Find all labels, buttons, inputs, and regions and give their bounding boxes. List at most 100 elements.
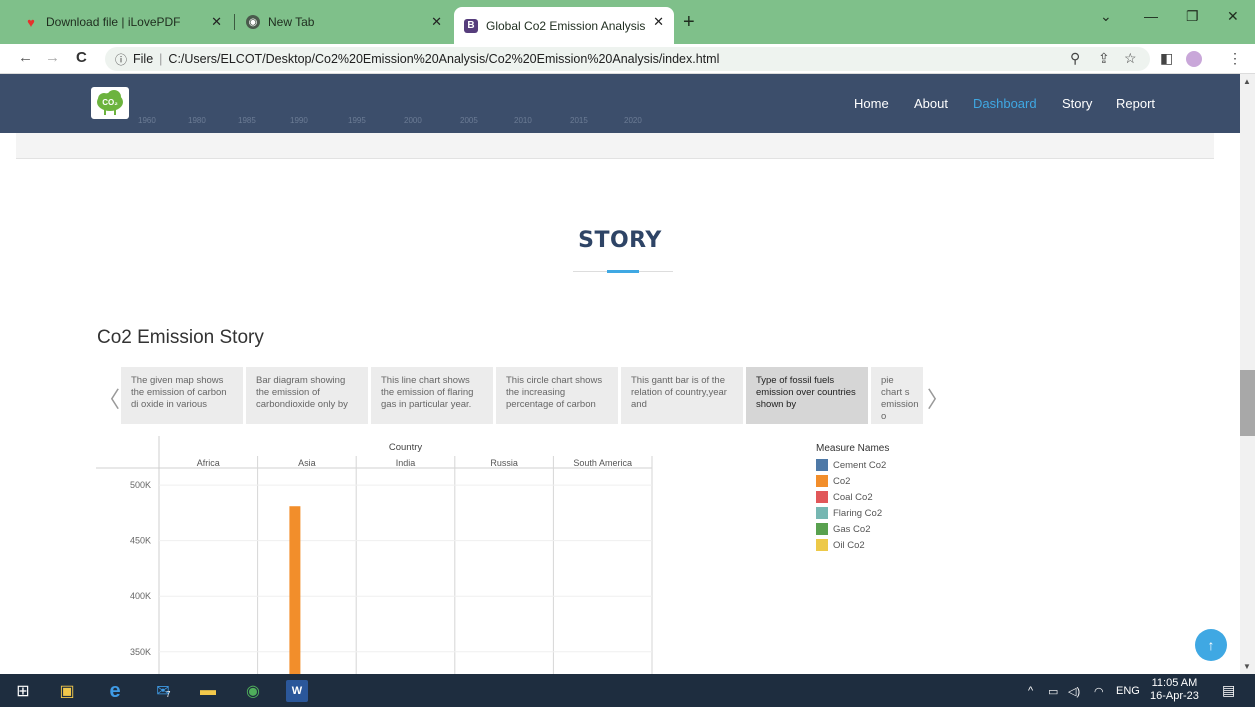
legend-label: Co2 xyxy=(833,475,851,487)
story-point-selected[interactable]: Type of fossil fuels emission over count… xyxy=(746,367,868,424)
browser-menu-icon[interactable]: ⋮ xyxy=(1228,50,1242,67)
emission-bar-chart: Country Africa Asia India Russia South Americ… xyxy=(96,436,653,674)
share-icon[interactable]: ⇪ xyxy=(1098,50,1110,67)
legend-swatch xyxy=(816,475,828,487)
site-info-icon[interactable]: ⓘ xyxy=(115,51,127,68)
windows-taskbar: ⊞ ▣ e ✉ 7 ▬ ◉ W ^ ▭ ◁) ◠ ENG 11:05 AM 16… xyxy=(0,674,1255,707)
clock-time: 11:05 AM xyxy=(1151,677,1198,689)
ghost-year: 1985 xyxy=(238,116,256,125)
store-icon[interactable]: ▣ xyxy=(56,680,78,702)
tab-ilovepdf[interactable]: ♥ Download file | iLovePDF ✕ xyxy=(14,7,232,37)
close-tab-icon[interactable]: ✕ xyxy=(431,14,442,30)
legend-label: Cement Co2 xyxy=(833,459,887,471)
x-category-label: South America xyxy=(573,458,632,468)
back-icon[interactable]: ← xyxy=(18,49,33,66)
x-category-label: Asia xyxy=(298,458,316,468)
file-explorer-icon[interactable]: ▬ xyxy=(197,680,219,702)
windows-start-icon[interactable]: ⊞ xyxy=(12,680,34,702)
ghost-year: 2015 xyxy=(570,116,588,125)
svg-text:CO₂: CO₂ xyxy=(102,98,118,107)
word-icon[interactable]: W xyxy=(286,680,308,702)
ghost-year: 1980 xyxy=(188,116,206,125)
bar-co2 xyxy=(289,506,301,674)
legend-label: Flaring Co2 xyxy=(833,507,883,519)
minimize-button[interactable]: — xyxy=(1144,8,1158,24)
ghost-year: 2020 xyxy=(624,116,642,125)
mail-icon[interactable]: ✉ xyxy=(152,680,174,702)
zoom-icon[interactable]: ⚲ xyxy=(1070,50,1080,67)
story-heading: Co2 Emission Story xyxy=(97,327,264,348)
scroll-up-icon[interactable]: ▲ xyxy=(1243,77,1251,86)
tab-divider xyxy=(234,14,235,30)
legend-item: Flaring Co2 xyxy=(816,505,889,521)
language-indicator[interactable]: ENG xyxy=(1116,685,1140,697)
browser-toolbar: ← → C ⓘ File | C:/Users/ELCOT/Desktop/Co… xyxy=(0,44,1255,74)
scrollbar-thumb[interactable] xyxy=(1240,370,1255,436)
chrome-taskbar-icon[interactable]: ◉ xyxy=(242,680,264,702)
story-point[interactable]: The given map shows the emission of carb… xyxy=(121,367,243,424)
story-point[interactable]: This circle chart shows the increasing p… xyxy=(496,367,618,424)
co2-logo[interactable]: CO₂ xyxy=(91,87,129,119)
reload-icon[interactable]: C xyxy=(76,49,87,66)
profile-avatar[interactable] xyxy=(1186,51,1202,67)
legend-title: Measure Names xyxy=(816,443,890,454)
forward-icon[interactable]: → xyxy=(45,49,60,66)
dashboard-strip xyxy=(16,133,1214,159)
heart-icon: ♥ xyxy=(27,14,35,30)
legend-swatch xyxy=(816,523,828,535)
address-bar[interactable]: ⓘ File | C:/Users/ELCOT/Desktop/Co2%20Em… xyxy=(105,47,1150,71)
tray-chevron-icon[interactable]: ^ xyxy=(1028,685,1033,697)
chrome-icon: ◉ xyxy=(246,15,260,29)
story-point[interactable]: Bar diagram showing the emission of carb… xyxy=(246,367,368,424)
wifi-icon[interactable]: ◠ xyxy=(1094,685,1104,698)
story-prev-icon[interactable]: 〈 xyxy=(98,382,120,414)
tab-title: Global Co2 Emission Analysis xyxy=(486,18,646,33)
story-point[interactable]: pie chart s emission o carbon di xyxy=(871,367,923,424)
system-clock[interactable]: 11:05 AM 16-Apr-23 xyxy=(1150,677,1199,703)
new-tab-button[interactable]: + xyxy=(683,11,695,34)
tab-new-tab[interactable]: ◉ New Tab ✕ xyxy=(236,7,452,37)
page-scrollbar[interactable]: ▲ ▼ xyxy=(1240,74,1255,674)
close-window-button[interactable]: ✕ xyxy=(1227,8,1239,25)
legend-item: Gas Co2 xyxy=(816,521,889,537)
ghost-year: 2000 xyxy=(404,116,422,125)
volume-icon[interactable]: ◁) xyxy=(1068,685,1080,698)
edge-icon[interactable]: e xyxy=(104,680,126,702)
story-next-icon[interactable]: 〉 xyxy=(927,382,949,414)
close-tab-icon[interactable]: ✕ xyxy=(653,14,664,30)
browser-tab-strip: ♥ Download file | iLovePDF ✕ ◉ New Tab ✕… xyxy=(0,0,1255,44)
bookmark-star-icon[interactable]: ☆ xyxy=(1124,50,1137,67)
nav-home[interactable]: Home xyxy=(854,96,889,111)
ghost-year: 2005 xyxy=(460,116,478,125)
notification-icon[interactable]: ▤ xyxy=(1222,682,1235,699)
url-text: C:/Users/ELCOT/Desktop/Co2%20Emission%20… xyxy=(168,52,720,66)
story-point[interactable]: This gantt bar is of the relation of cou… xyxy=(621,367,743,424)
tab-search-icon[interactable]: ⌄ xyxy=(1100,8,1112,25)
legend-item: Co2 xyxy=(816,473,889,489)
legend-label: Oil Co2 xyxy=(833,539,865,551)
tab-co2-analysis[interactable]: B Global Co2 Emission Analysis ✕ xyxy=(454,7,674,44)
scheme-divider: | xyxy=(159,52,163,66)
ghost-year: 1960 xyxy=(138,116,156,125)
bootstrap-icon: B xyxy=(464,18,478,33)
battery-icon[interactable]: ▭ xyxy=(1048,685,1058,698)
back-to-top-button[interactable]: ↑ xyxy=(1195,629,1227,661)
legend-label: Gas Co2 xyxy=(833,523,871,535)
restore-button[interactable]: ❐ xyxy=(1186,8,1199,25)
nav-dashboard[interactable]: Dashboard xyxy=(973,96,1037,111)
y-tick-label: 500K xyxy=(130,480,151,490)
nav-story[interactable]: Story xyxy=(1062,96,1092,111)
ghost-year: 1990 xyxy=(290,116,308,125)
clock-date: 16-Apr-23 xyxy=(1150,690,1199,702)
story-point[interactable]: This line chart shows the emission of fl… xyxy=(371,367,493,424)
x-category-label: Africa xyxy=(197,458,220,468)
nav-about[interactable]: About xyxy=(914,96,948,111)
scroll-down-icon[interactable]: ▼ xyxy=(1243,662,1251,671)
legend-item: Coal Co2 xyxy=(816,489,889,505)
side-panel-icon[interactable]: ◧ xyxy=(1160,50,1173,67)
mail-badge: 7 xyxy=(166,690,171,699)
nav-report[interactable]: Report xyxy=(1116,96,1155,111)
y-tick-label: 350K xyxy=(130,647,151,657)
close-tab-icon[interactable]: ✕ xyxy=(211,14,222,30)
legend-swatch xyxy=(816,539,828,551)
